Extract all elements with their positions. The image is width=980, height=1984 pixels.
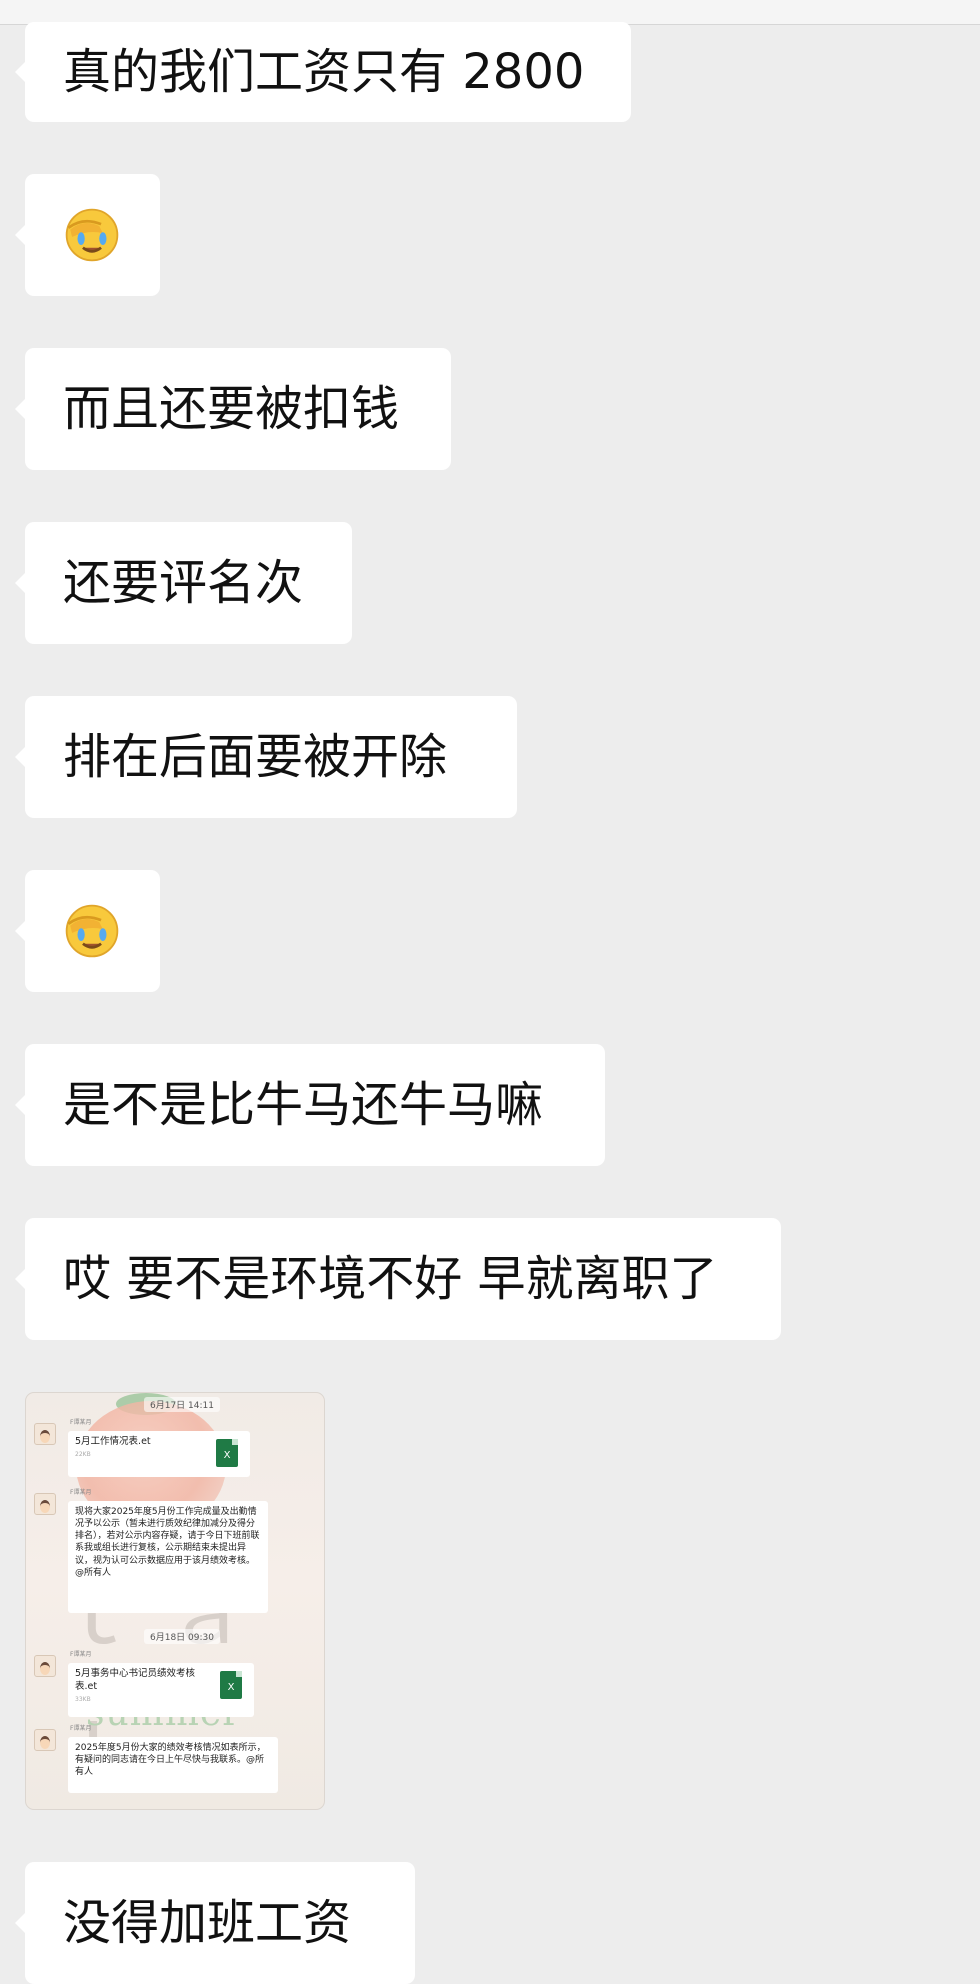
sender-name: F谭某月 bbox=[70, 1725, 92, 1732]
file-card: 5月工作情况表.et 22KB X bbox=[68, 1431, 250, 1477]
timestamp-chip: 6月17日 14:11 bbox=[144, 1397, 220, 1412]
sender-name: F谭某月 bbox=[70, 1419, 92, 1426]
sender-avatar bbox=[34, 1423, 56, 1445]
message-bubble[interactable]: 真的我们工资只有 2800 bbox=[15, 22, 631, 122]
message-text: 哎 要不是环境不好 早就离职了 bbox=[63, 1251, 718, 1307]
message-bubble-emoji[interactable] bbox=[15, 174, 160, 296]
notice-text: 2025年度5月份大家的绩效考核情况如表所示，有疑问的同志请在今日上午尽快与我联… bbox=[75, 1743, 266, 1778]
facepalm-emoji-icon bbox=[65, 904, 119, 958]
sender-avatar bbox=[34, 1493, 56, 1515]
message-bubble[interactable]: 排在后面要被开除 bbox=[15, 696, 517, 818]
file-name: 5月工作情况表.et bbox=[75, 1436, 151, 1447]
message-text: 是不是比牛马还牛马嘛 bbox=[63, 1077, 544, 1133]
message-bubble[interactable]: 而且还要被扣钱 bbox=[15, 348, 451, 470]
sender-name: F谭某月 bbox=[70, 1489, 92, 1496]
sender-name: F谭某月 bbox=[70, 1651, 92, 1658]
sender-avatar bbox=[34, 1729, 56, 1751]
message-bubble-emoji[interactable] bbox=[15, 870, 160, 992]
message-text: 真的我们工资只有 2800 bbox=[63, 44, 585, 100]
notice-card: 2025年度5月份大家的绩效考核情况如表所示，有疑问的同志请在今日上午尽快与我联… bbox=[68, 1737, 278, 1793]
facepalm-emoji-icon bbox=[65, 208, 119, 262]
timestamp-chip: 6月18日 09:30 bbox=[144, 1629, 220, 1644]
message-bubble[interactable]: 没得加班工资 bbox=[15, 1862, 415, 1984]
sender-avatar bbox=[34, 1655, 56, 1677]
message-bubble[interactable]: 还要评名次 bbox=[15, 522, 352, 644]
spreadsheet-icon: X bbox=[220, 1671, 242, 1699]
message-text: 还要评名次 bbox=[63, 555, 304, 611]
screenshot-image-message[interactable]: ｌ ａ ｉ summer 6月17日 14:11 F谭某月 5月工作情况表.et… bbox=[25, 1392, 325, 1810]
notice-text: 现将大家2025年度5月份工作完成量及出勤情况予以公示（暂未进行质效纪律加减分及… bbox=[75, 1507, 260, 1578]
message-bubble[interactable]: 是不是比牛马还牛马嘛 bbox=[15, 1044, 605, 1166]
message-bubble[interactable]: 哎 要不是环境不好 早就离职了 bbox=[15, 1218, 781, 1340]
message-text: 没得加班工资 bbox=[63, 1895, 352, 1951]
spreadsheet-icon: X bbox=[216, 1439, 238, 1467]
file-card: 5月事务中心书记员绩效考核表.et 33KB X bbox=[68, 1663, 254, 1717]
message-text: 而且还要被扣钱 bbox=[63, 381, 400, 437]
message-text: 排在后面要被开除 bbox=[63, 729, 448, 785]
notice-card: 现将大家2025年度5月份工作完成量及出勤情况予以公示（暂未进行质效纪律加减分及… bbox=[68, 1501, 268, 1613]
file-name: 5月事务中心书记员绩效考核表.et bbox=[75, 1668, 196, 1692]
